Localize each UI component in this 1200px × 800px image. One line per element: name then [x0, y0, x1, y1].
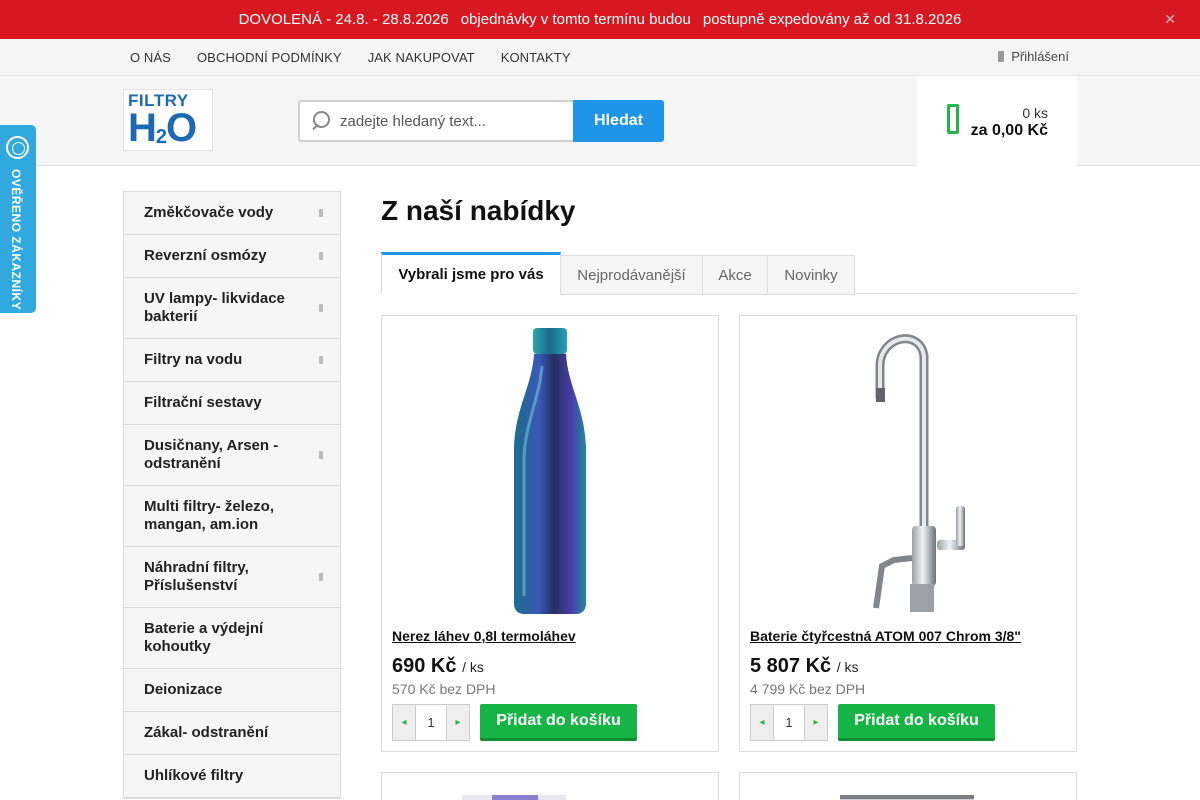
cart-icon — [947, 104, 959, 134]
search-input[interactable] — [340, 112, 560, 130]
tab-new[interactable]: Novinky — [767, 255, 855, 295]
login-link[interactable]: Přihlášení — [998, 49, 1069, 64]
price-value: 690 Kč — [392, 655, 457, 677]
price-without-vat: 4 799 Kč bez DPH — [750, 681, 866, 697]
sidebar-item-label: Dusičnany, Arsen - odstranění — [144, 437, 279, 472]
page-title: Z naší nabídky — [381, 195, 576, 226]
product-image-faucet[interactable] — [750, 326, 1066, 614]
sidebar-item-label: Změkčovače vody — [144, 204, 274, 221]
product-card-partial — [381, 772, 719, 800]
search-bar: Hledat — [298, 100, 664, 142]
add-to-cart-button[interactable]: Přidat do košíku — [480, 704, 637, 741]
sidebar-item-label: Uhlíkové filtry — [144, 767, 244, 784]
quantity-stepper: ◂ 1 ▸ — [392, 704, 470, 741]
product-name-link[interactable]: Nerez láhev 0,8l termoláhev — [392, 628, 576, 644]
sidebar-item-water-softeners[interactable]: Změkčovače vody — [124, 192, 340, 235]
sidebar-item-turbidity[interactable]: Zákal- odstranění — [124, 712, 340, 755]
site-logo[interactable]: FILTRY H2O — [123, 89, 213, 151]
product-name-link[interactable]: Baterie čtyřcestná ATOM 007 Chrom 3/8" — [750, 628, 1021, 644]
price-value: 5 807 Kč — [750, 655, 832, 677]
product-image-bottle[interactable] — [392, 326, 708, 614]
seal-icon — [6, 136, 29, 159]
notice-dates: DOVOLENÁ - 24.8. - 28.8.2026 — [238, 11, 449, 28]
increase-icon[interactable]: ▸ — [447, 705, 469, 740]
site-header: FILTRY H2O Hledat 0 ks za 0,00 Kč — [0, 76, 1200, 166]
quantity-input[interactable]: 1 — [773, 705, 805, 740]
sidebar-item-label: Zákal- odstranění — [144, 724, 269, 741]
sidebar-item-label: UV lampy- likvidace bakterií — [144, 290, 285, 325]
price-unit: / ks — [836, 659, 859, 675]
verified-by-customers-badge[interactable]: OVĚŘENO ZÁKAZNÍKY — [0, 125, 36, 313]
sidebar-item-label: Multi filtry- železo, mangan, am.ion — [144, 498, 275, 533]
badge-text: OVĚŘENO ZÁKAZNÍKY — [9, 169, 23, 311]
tab-bestsellers[interactable]: Nejprodávanější — [560, 255, 703, 295]
notice-shipping: postupně expedovány až od 31.8.2026 — [702, 11, 962, 28]
price-without-vat: 570 Kč bez DPH — [392, 681, 496, 697]
nav-link-how-to-buy[interactable]: JAK NAKUPOVAT — [368, 50, 475, 65]
logo-o: O — [166, 106, 197, 150]
cart-total: za 0,00 Kč — [970, 122, 1048, 139]
decrease-icon[interactable]: ◂ — [393, 705, 415, 740]
product-card-partial — [739, 772, 1077, 800]
nav-link-contacts[interactable]: KONTAKTY — [501, 50, 571, 65]
close-icon[interactable]: ✕ — [1164, 11, 1176, 28]
tab-sale[interactable]: Akce — [702, 255, 768, 295]
sidebar-item-carbon-filters[interactable]: Uhlíkové filtry — [124, 755, 340, 798]
sidebar-item-filter-sets[interactable]: Filtrační sestavy — [124, 382, 340, 425]
sidebar-item-uv-lamps[interactable]: UV lampy- likvidace bakterií — [124, 278, 340, 339]
lock-icon — [998, 51, 1005, 62]
chevron-right-icon — [319, 304, 323, 312]
sidebar-item-multi-filters[interactable]: Multi filtry- železo, mangan, am.ion — [124, 486, 340, 547]
product-price: 5 807 Kč / ks — [750, 655, 859, 678]
holiday-notice-bar: DOVOLENÁ - 24.8. - 28.8.2026 objednávky … — [0, 0, 1200, 39]
price-unit: / ks — [462, 659, 484, 675]
sidebar-item-deionization[interactable]: Deionizace — [124, 669, 340, 712]
sidebar-item-label: Reverzní osmózy — [144, 247, 267, 264]
quantity-input[interactable]: 1 — [415, 705, 447, 740]
search-button[interactable]: Hledat — [573, 100, 664, 142]
increase-icon[interactable]: ▸ — [805, 705, 827, 740]
cart-summary[interactable]: 0 ks za 0,00 Kč — [917, 76, 1077, 166]
chevron-right-icon — [319, 356, 323, 364]
tab-recommended[interactable]: Vybrali jsme pro vás — [381, 252, 561, 295]
logo-sub: 2 — [155, 126, 167, 148]
sidebar-item-label: Baterie a výdejní kohoutky — [144, 620, 264, 655]
product-image-partial — [840, 795, 974, 800]
sidebar-item-nitrates-arsenic[interactable]: Dusičnany, Arsen - odstranění — [124, 425, 340, 486]
nav-link-about[interactable]: O NÁS — [130, 50, 171, 65]
search-icon — [310, 111, 330, 131]
chevron-right-icon — [319, 209, 323, 217]
sidebar-item-reverse-osmosis[interactable]: Reverzní osmózy — [124, 235, 340, 278]
decrease-icon[interactable]: ◂ — [751, 705, 773, 740]
sidebar-item-label: Filtry na vodu — [144, 351, 243, 368]
product-card: Baterie čtyřcestná ATOM 007 Chrom 3/8" 5… — [739, 315, 1077, 752]
sidebar-item-label: Deionizace — [144, 681, 223, 698]
sidebar-item-replacement-filters[interactable]: Náhradní filtry, Příslušenství — [124, 547, 340, 608]
product-card: Nerez láhev 0,8l termoláhev 690 Kč / ks … — [381, 315, 719, 752]
top-navigation: O NÁS OBCHODNÍ PODMÍNKY JAK NAKUPOVAT KO… — [0, 39, 1200, 76]
sidebar-item-label: Náhradní filtry, Příslušenství — [144, 559, 249, 594]
chevron-right-icon — [319, 252, 323, 260]
sidebar-item-label: Filtrační sestavy — [144, 394, 262, 411]
search-field[interactable] — [298, 100, 573, 142]
chevron-right-icon — [319, 451, 323, 459]
logo-h2o: H2O — [128, 106, 208, 154]
logo-h: H — [128, 106, 157, 150]
notice-orders: objednávky v tomto termínu budou — [460, 11, 691, 28]
category-sidebar: Změkčovače vody Reverzní osmózy UV lampy… — [123, 191, 341, 799]
product-tabs: Vybrali jsme pro vás Nejprodávanější Akc… — [381, 252, 1077, 295]
login-label: Přihlášení — [1011, 49, 1069, 64]
quantity-stepper: ◂ 1 ▸ — [750, 704, 828, 741]
sidebar-item-faucets[interactable]: Baterie a výdejní kohoutky — [124, 608, 340, 669]
sidebar-item-water-filters[interactable]: Filtry na vodu — [124, 339, 340, 382]
add-to-cart-button[interactable]: Přidat do košíku — [838, 704, 995, 741]
product-price: 690 Kč / ks — [392, 655, 484, 678]
product-image-partial — [462, 795, 566, 800]
nav-link-terms[interactable]: OBCHODNÍ PODMÍNKY — [197, 50, 342, 65]
cart-quantity: 0 ks — [1022, 105, 1048, 121]
main-content: Z naší nabídky Vybrali jsme pro vás Nejp… — [381, 191, 1077, 800]
chevron-right-icon — [319, 573, 323, 581]
